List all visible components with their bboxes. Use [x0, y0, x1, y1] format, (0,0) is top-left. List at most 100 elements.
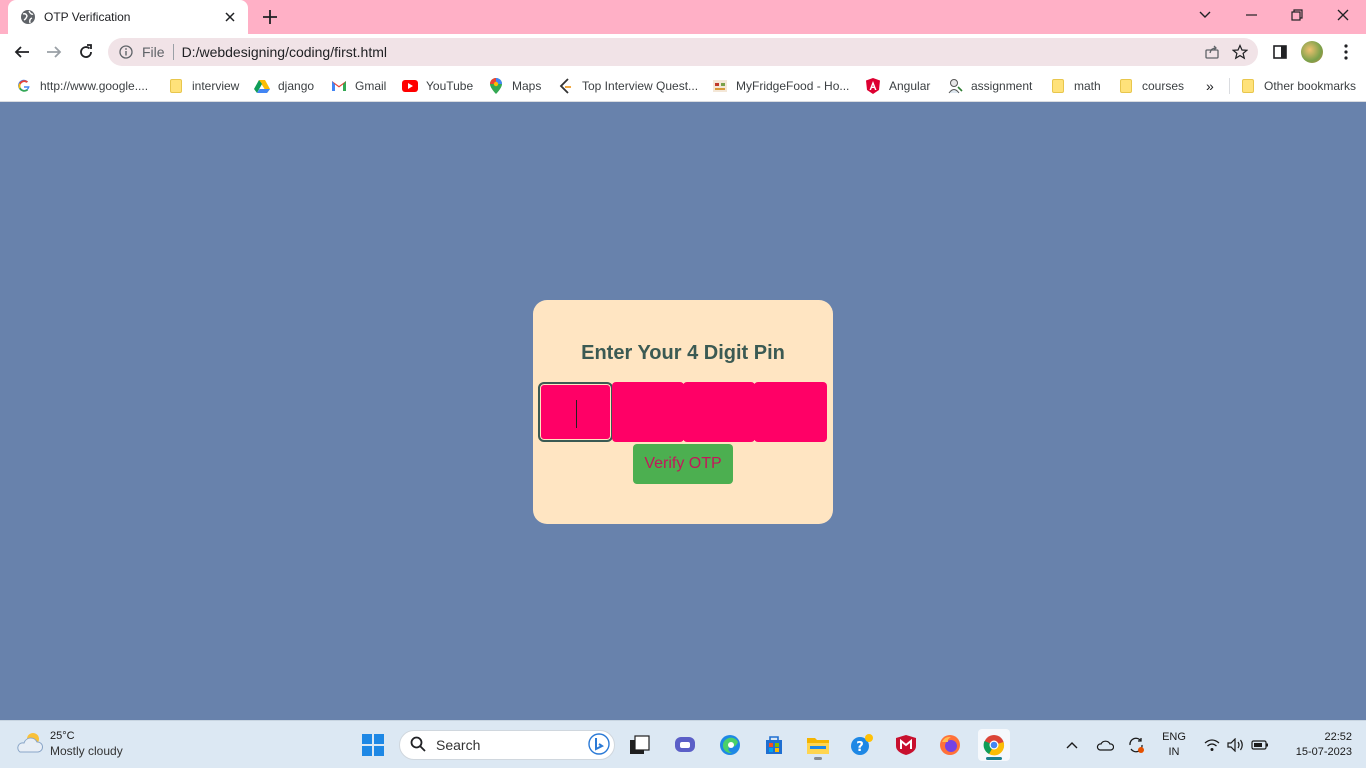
otp-card: Enter Your 4 Digit Pin Verify OTP [533, 300, 833, 524]
clock-date: 15-07-2023 [1295, 746, 1352, 758]
folder-icon [168, 78, 184, 94]
reload-icon[interactable] [72, 38, 100, 66]
profile-avatar[interactable] [1298, 38, 1326, 66]
bookmarks-bar: http://www.google.... interview django G… [0, 70, 1366, 102]
bookmark-interview[interactable]: interview [168, 76, 239, 96]
angular-icon [865, 78, 881, 94]
firefox-icon[interactable] [934, 729, 966, 761]
bookmark-youtube[interactable]: YouTube [402, 76, 473, 96]
bookmark-top-interview[interactable]: Top Interview Quest... [558, 76, 698, 96]
bookmark-google[interactable]: http://www.google.... [16, 76, 148, 96]
info-icon[interactable] [118, 44, 134, 60]
minimize-icon[interactable] [1228, 0, 1274, 30]
bookmark-maps[interactable]: Maps [488, 76, 541, 96]
sync-icon[interactable] [1125, 729, 1147, 761]
tab-strip: OTP Verification [0, 0, 1366, 34]
bookmark-label: Other bookmarks [1264, 79, 1357, 93]
myfridgefood-icon [712, 78, 728, 94]
task-view-icon[interactable] [624, 729, 656, 761]
bookmark-label: http://www.google.... [40, 79, 149, 93]
search-placeholder: Search [436, 737, 481, 753]
otp-input-row [538, 382, 828, 442]
new-tab-icon[interactable] [258, 5, 282, 29]
bookmark-label: django [278, 79, 315, 93]
clock-time: 22:52 [1324, 731, 1352, 743]
browser-toolbar: File D:/webdesigning/coding/first.html [0, 34, 1366, 70]
folder-icon [1118, 78, 1134, 94]
chrome-icon[interactable] [978, 729, 1010, 761]
battery-icon[interactable] [1250, 729, 1270, 761]
bing-icon [588, 732, 610, 758]
file-explorer-icon[interactable] [802, 729, 834, 761]
active-app-indicator [986, 757, 1002, 760]
taskbar-search-box[interactable]: Search [399, 730, 615, 760]
edge-icon[interactable] [714, 729, 746, 761]
tab-title: OTP Verification [44, 10, 131, 24]
windows-taskbar: 25°C Mostly cloudy Search ? ENG IN 22:52… [0, 720, 1366, 768]
gmail-icon [331, 78, 347, 94]
side-panel-icon[interactable] [1266, 38, 1294, 66]
bookmark-label: Angular [889, 79, 931, 93]
leetcode-icon [558, 78, 574, 94]
bookmark-courses[interactable]: courses [1118, 76, 1184, 96]
bookmark-star-icon[interactable] [1226, 38, 1254, 66]
chevron-up-icon[interactable] [1062, 729, 1082, 761]
system-clock[interactable]: 22:52 15-07-2023 [1278, 730, 1352, 760]
bookmark-myfridgefood[interactable]: MyFridgeFood - Ho... [712, 76, 849, 96]
bookmark-label: courses [1142, 79, 1185, 93]
close-window-icon[interactable] [1320, 0, 1366, 30]
maps-icon [488, 78, 504, 94]
share-icon[interactable] [1198, 38, 1226, 66]
teams-chat-icon[interactable] [669, 729, 701, 761]
back-arrow-icon[interactable] [8, 38, 36, 66]
bookmark-label: Gmail [355, 79, 387, 93]
folder-icon [1240, 78, 1256, 94]
language-code: ENG [1162, 731, 1186, 743]
svg-text:?: ? [856, 740, 864, 755]
microsoft-store-icon[interactable] [758, 729, 790, 761]
close-tab-icon[interactable] [222, 9, 238, 25]
bookmark-other-bookmarks[interactable]: Other bookmarks [1240, 76, 1356, 96]
tab-otp-verification[interactable]: OTP Verification [8, 0, 248, 34]
page-viewport: Enter Your 4 Digit Pin Verify OTP [0, 102, 1366, 720]
otp-digit-1-input[interactable] [538, 382, 613, 442]
bookmark-label: interview [192, 79, 240, 93]
url-separator [172, 44, 174, 60]
cloudy-weather-icon [14, 730, 44, 759]
wifi-icon[interactable] [1202, 729, 1222, 761]
more-menu-icon[interactable] [1332, 38, 1360, 66]
weather-temp: 25°C [50, 730, 75, 742]
url-scheme-label: File [142, 44, 165, 60]
bookmarks-overflow-button[interactable]: » [1206, 76, 1214, 96]
restore-icon[interactable] [1274, 0, 1320, 30]
weather-widget[interactable]: 25°C Mostly cloudy [14, 729, 123, 759]
bookmark-assignment[interactable]: assignment [947, 76, 1032, 96]
windows-start-icon[interactable] [357, 729, 389, 761]
forward-arrow-icon[interactable] [40, 38, 68, 66]
verify-otp-button[interactable]: Verify OTP [633, 444, 733, 484]
address-bar[interactable]: File D:/webdesigning/coding/first.html [108, 38, 1258, 66]
mcafee-icon[interactable] [890, 729, 922, 761]
bookmark-django[interactable]: django [254, 76, 314, 96]
search-icon [410, 736, 426, 755]
input-language-indicator[interactable]: ENG IN [1158, 730, 1190, 760]
onedrive-cloud-icon[interactable] [1094, 729, 1116, 761]
google-icon [16, 78, 32, 94]
otp-digit-4-input[interactable] [754, 382, 827, 442]
otp-digit-2-input[interactable] [612, 382, 684, 442]
bookmark-angular[interactable]: Angular [865, 76, 930, 96]
folder-icon [1050, 78, 1066, 94]
bookmark-label: Maps [512, 79, 542, 93]
bookmark-math[interactable]: math [1050, 76, 1101, 96]
bookmark-label: YouTube [426, 79, 474, 93]
bookmark-gmail[interactable]: Gmail [331, 76, 386, 96]
volume-icon[interactable] [1226, 729, 1246, 761]
chevron-down-icon[interactable] [1182, 0, 1228, 30]
region-code: IN [1168, 746, 1180, 758]
text-caret [576, 400, 577, 428]
otp-digit-3-input[interactable] [683, 382, 755, 442]
get-help-icon[interactable]: ? [846, 729, 878, 761]
bookmark-label: Top Interview Quest... [582, 79, 699, 93]
url-text[interactable]: D:/webdesigning/coding/first.html [182, 44, 1198, 60]
running-indicator [814, 757, 822, 760]
